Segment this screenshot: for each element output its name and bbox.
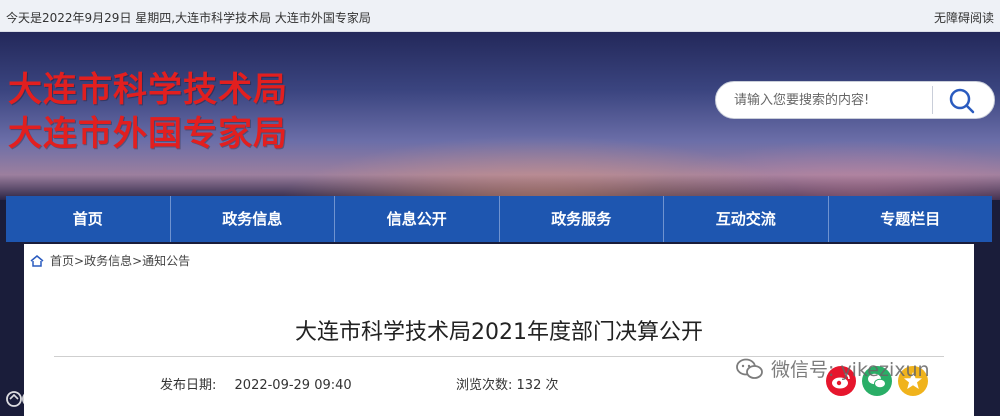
view-count-value: 132 bbox=[516, 378, 542, 393]
nav-item-interaction[interactable]: 互动交流 bbox=[664, 196, 829, 242]
header-banner: 大连市科学技术局 大连市外国专家局 bbox=[0, 32, 1000, 200]
brand-name-text: 大数跨境 bbox=[52, 391, 120, 411]
breadcrumb-separator: > bbox=[74, 253, 85, 268]
nav-item-government-services[interactable]: 政务服务 bbox=[500, 196, 664, 242]
brand-logo-icon bbox=[6, 390, 38, 407]
wechat-logo-icon bbox=[736, 358, 763, 379]
home-icon bbox=[30, 254, 44, 267]
view-count: 浏览次数: 132 次 bbox=[456, 374, 559, 393]
logo-line-1: 大连市科学技术局 bbox=[8, 70, 288, 110]
wechat-watermark: 微信号: yikezixun bbox=[735, 355, 930, 382]
view-count-unit: 次 bbox=[545, 378, 559, 393]
breadcrumb-separator: > bbox=[132, 253, 143, 268]
nav-item-government-info[interactable]: 政务信息 bbox=[171, 196, 335, 242]
search-icon bbox=[949, 88, 975, 114]
logo-line-2: 大连市外国专家局 bbox=[8, 114, 288, 154]
search-divider bbox=[932, 86, 933, 114]
breadcrumb: 首页 > 政务信息 > 通知公告 bbox=[30, 252, 190, 269]
nav-item-special-topics[interactable]: 专题栏目 bbox=[829, 196, 993, 242]
breadcrumb-home[interactable]: 首页 bbox=[50, 252, 74, 269]
main-nav: 首页 政务信息 信息公开 政务服务 互动交流 专题栏目 bbox=[6, 196, 992, 242]
brand-watermark: 大数跨境 bbox=[4, 386, 120, 411]
date-greeting: 今天是2022年9月29日 星期四,大连市科学技术局 大连市外国专家局 bbox=[6, 11, 371, 25]
nav-item-home[interactable]: 首页 bbox=[6, 196, 171, 242]
article-title: 大连市科学技术局2021年度部门决算公开 bbox=[295, 320, 703, 345]
search-box bbox=[715, 81, 995, 119]
breadcrumb-notices[interactable]: 通知公告 bbox=[142, 252, 190, 269]
site-logo[interactable]: 大连市科学技术局 大连市外国专家局 bbox=[8, 68, 288, 156]
accessibility-link[interactable]: 无障碍阅读 bbox=[934, 9, 994, 26]
publish-date-value: 2022-09-29 09:40 bbox=[234, 378, 352, 393]
view-count-label: 浏览次数: bbox=[456, 378, 513, 393]
publish-date-label: 发布日期: bbox=[160, 378, 217, 393]
breadcrumb-government-info[interactable]: 政务信息 bbox=[84, 252, 132, 269]
search-button[interactable] bbox=[940, 86, 984, 116]
wechat-id-text: 微信号: yikezixun bbox=[771, 359, 930, 381]
search-input[interactable] bbox=[734, 90, 934, 110]
nav-item-info-disclosure[interactable]: 信息公开 bbox=[335, 196, 500, 242]
top-bar: 今天是2022年9月29日 星期四,大连市科学技术局 大连市外国专家局 无障碍阅… bbox=[0, 0, 1000, 32]
publish-date: 发布日期: 2022-09-29 09:40 bbox=[160, 374, 352, 393]
